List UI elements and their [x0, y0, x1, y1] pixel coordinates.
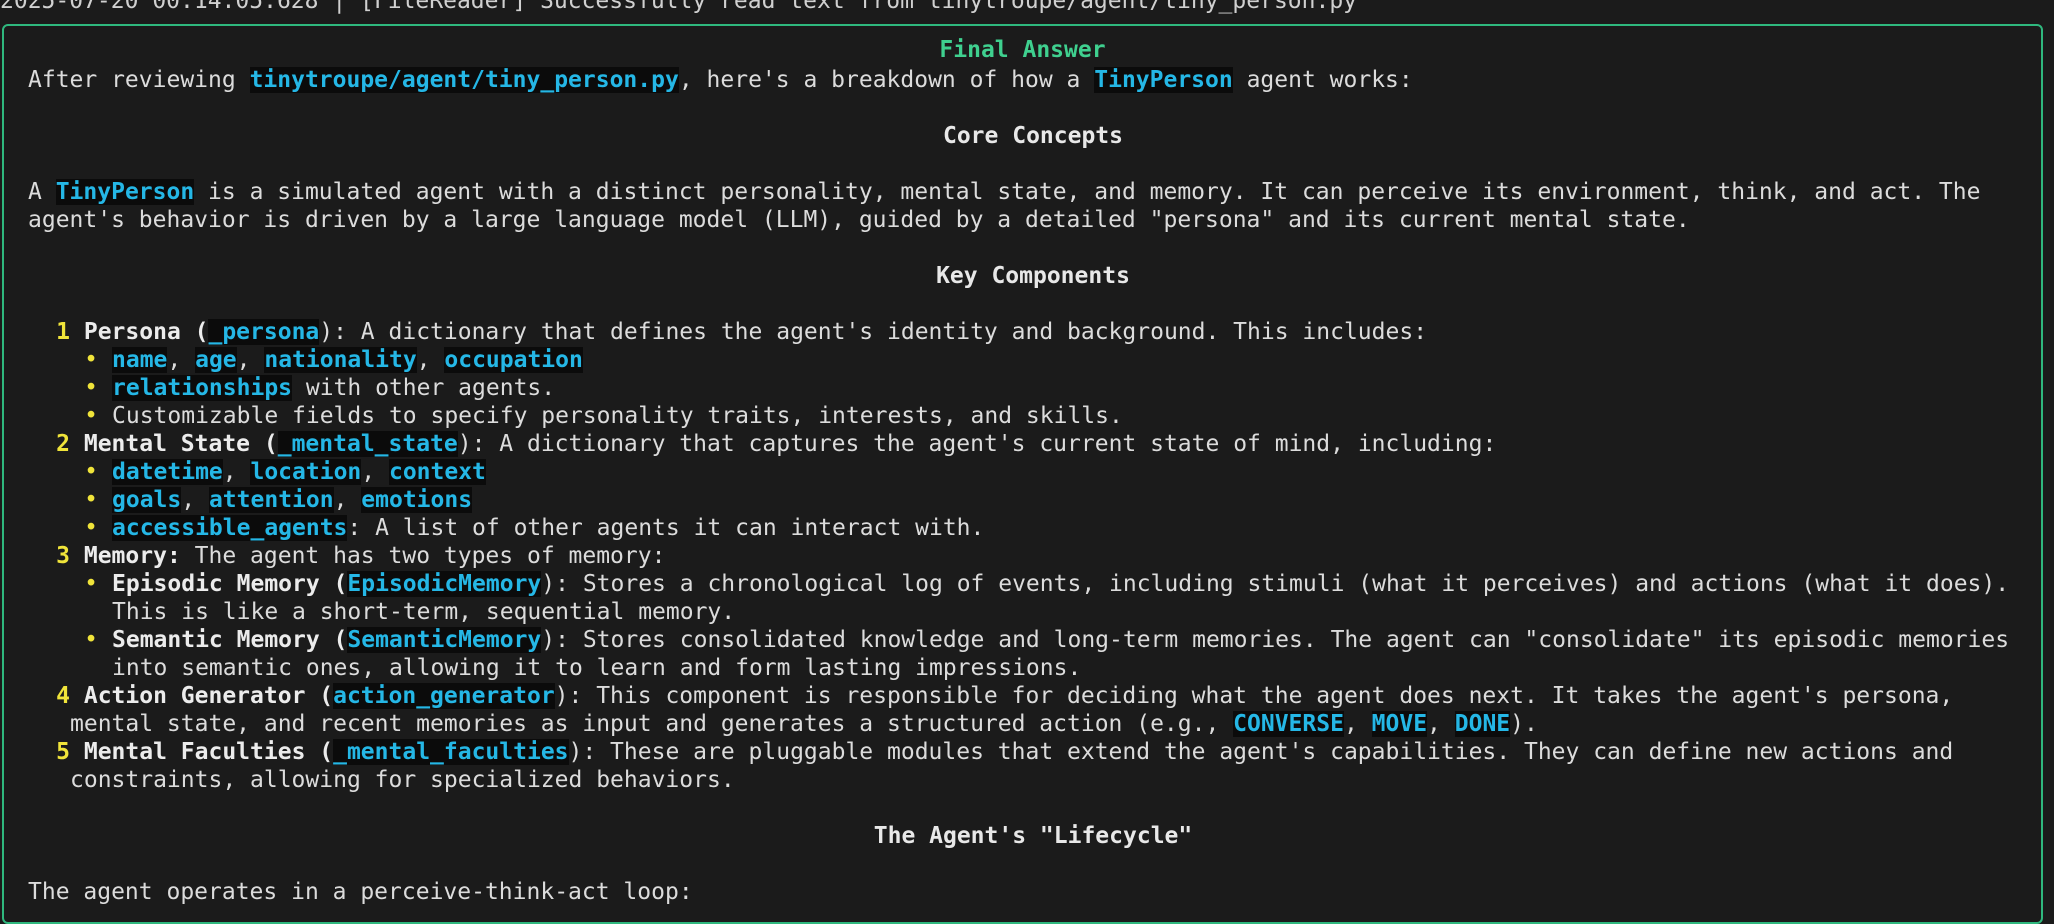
memory-label: Memory: [83, 543, 181, 569]
list-number: 4 [56, 683, 70, 709]
relationships-text: with other agents. [292, 375, 556, 401]
panel-title-bar: Final Answer [4, 36, 2041, 64]
list-number: 5 [56, 739, 70, 765]
list-number: 2 [56, 431, 70, 457]
memory-text: The agent has two types of memory: [180, 543, 666, 569]
heading-key-components: Key Components [936, 263, 1130, 289]
separator: , [167, 347, 196, 373]
inline-code-persona: _persona [208, 319, 320, 345]
core-text-b: is a simulated agent with a distinct per… [194, 179, 1981, 205]
episodic-text: ): Stores a chronological log of events,… [541, 571, 2010, 597]
mental-state-text: ): A dictionary that captures the agent'… [457, 431, 1497, 457]
faculties-line-2: constraints, allowing for specialized be… [70, 767, 735, 793]
separator: , [361, 459, 389, 485]
bullet-icon: • [84, 459, 98, 485]
sub-item-accessible-agents: • accessible_agents: A list of other agen… [28, 514, 2038, 542]
list-number: 1 [56, 319, 70, 345]
inline-code-name: name [112, 347, 168, 373]
bullet-icon: • [84, 487, 98, 513]
semantic-label: Semantic Memory ( [112, 627, 348, 653]
separator: , [333, 487, 362, 513]
core-line-1: A TinyPerson is a simulated agent with a… [28, 178, 2038, 206]
sub-item-goals-attention-emotions: • goals, attention, emotions [28, 486, 2038, 514]
separator: , [1343, 711, 1372, 737]
list-item-mental-faculties: 5 Mental Faculties (_mental_faculties): … [28, 738, 2038, 766]
inline-code-datetime: datetime [112, 459, 223, 485]
sub-item-identity-fields: • name, age, nationality, occupation [28, 346, 2038, 374]
inline-code-relationships: relationships [112, 375, 293, 401]
mental-faculties-text: ): These are pluggable modules that exte… [568, 739, 1954, 765]
inline-code-age: age [195, 347, 237, 373]
action-line-2-text: mental state, and recent memories as inp… [70, 711, 1234, 737]
log-line: 2025-07-20 00:14:05.628 | [FileReader] S… [0, 0, 1358, 14]
semantic-line-2: into semantic ones, allowing it to learn… [112, 655, 1082, 681]
mental-state-label: Mental State ( [83, 431, 278, 457]
list-item-persona: 1 Persona (_persona): A dictionary that … [28, 318, 2038, 346]
inline-code-nationality: nationality [264, 347, 417, 373]
panel-title: Final Answer [927, 37, 1118, 63]
bullet-icon: • [84, 347, 98, 373]
lifecycle-text: The agent operates in a perceive-think-a… [28, 879, 693, 905]
inline-code-semantic-memory: SemanticMemory [347, 627, 542, 653]
sub-item-episodic-memory: • Episodic Memory (EpisodicMemory): Store… [28, 570, 2038, 598]
semantic-text: ): Stores consolidated knowledge and lon… [541, 627, 2010, 653]
sub-item-semantic-memory: • Semantic Memory (SemanticMemory): Store… [28, 626, 2038, 654]
persona-text: ): A dictionary that defines the agent's… [319, 319, 1428, 345]
bullet-icon: • [84, 627, 98, 653]
bullet-icon: • [84, 375, 98, 401]
list-number: 3 [56, 543, 70, 569]
action-generator-text: ): This component is responsible for dec… [554, 683, 1954, 709]
inline-code-attention: attention [208, 487, 334, 513]
inline-code-action-generator: action_generator [333, 683, 555, 709]
list-item-action-generator: 4 Action Generator (action_generator): T… [28, 682, 2038, 710]
inline-code-tinyperson: TinyPerson [1094, 67, 1233, 93]
answer-content: After reviewing tinytroupe/agent/tiny_pe… [28, 66, 2038, 906]
inline-code-emotions: emotions [361, 487, 473, 513]
accessible-agents-text: : A list of other agents it can interact… [347, 515, 985, 541]
action-line-2-end: ). [1510, 711, 1538, 737]
custom-fields-text: Customizable fields to specify personali… [112, 403, 1123, 429]
action-line-2: mental state, and recent memories as inp… [28, 710, 2038, 738]
separator: , [1427, 711, 1455, 737]
inline-code-move: MOVE [1371, 711, 1428, 737]
action-generator-label: Action Generator ( [83, 683, 334, 709]
list-item-mental-state: 2 Mental State (_mental_state): A dictio… [28, 430, 2038, 458]
intro-text-b: , here's a breakdown of how a [678, 67, 1095, 93]
inline-code-accessible-agents: accessible_agents [112, 515, 348, 541]
inline-code-file-path: tinytroupe/agent/tiny_person.py [249, 67, 679, 93]
persona-label: Persona ( [83, 319, 209, 345]
episodic-line-2: This is like a short-term, sequential me… [112, 599, 736, 625]
inline-code-mental-state: _mental_state [277, 431, 458, 457]
intro-line: After reviewing tinytroupe/agent/tiny_pe… [28, 66, 2038, 94]
sub-item-datetime-location-context: • datetime, location, context [28, 458, 2038, 486]
inline-code-goals: goals [112, 487, 182, 513]
separator: , [222, 459, 251, 485]
inline-code-context: context [388, 459, 486, 485]
heading-lifecycle: The Agent's "Lifecycle" [873, 823, 1193, 849]
mental-faculties-label: Mental Faculties ( [83, 739, 334, 765]
inline-code-done: DONE [1454, 711, 1511, 737]
sub-item-relationships: • relationships with other agents. [28, 374, 2038, 402]
separator: , [181, 487, 209, 513]
core-text-a: A [28, 179, 56, 205]
bullet-icon: • [84, 571, 98, 597]
heading-core-concepts: Core Concepts [942, 123, 1123, 149]
inline-code-location: location [250, 459, 362, 485]
inline-code-occupation: occupation [444, 347, 583, 373]
inline-code-episodic-memory: EpisodicMemory [347, 571, 542, 597]
core-line-2: agent's behavior is driven by a large la… [28, 207, 1690, 233]
final-answer-panel: Final Answer After reviewing tinytroupe/… [2, 24, 2043, 924]
separator: , [416, 347, 445, 373]
inline-code-converse: CONVERSE [1233, 711, 1344, 737]
intro-text-c: agent works: [1232, 67, 1413, 93]
bullet-icon: • [84, 403, 98, 429]
inline-code-tinyperson: TinyPerson [55, 179, 195, 205]
list-item-memory: 3 Memory: The agent has two types of mem… [28, 542, 2038, 570]
inline-code-mental-faculties: _mental_faculties [333, 739, 569, 765]
separator: , [236, 347, 265, 373]
intro-text-a: After reviewing [28, 67, 250, 93]
episodic-label: Episodic Memory ( [112, 571, 348, 597]
bullet-icon: • [84, 515, 98, 541]
sub-item-custom-fields: • Customizable fields to specify personal… [28, 402, 2038, 430]
